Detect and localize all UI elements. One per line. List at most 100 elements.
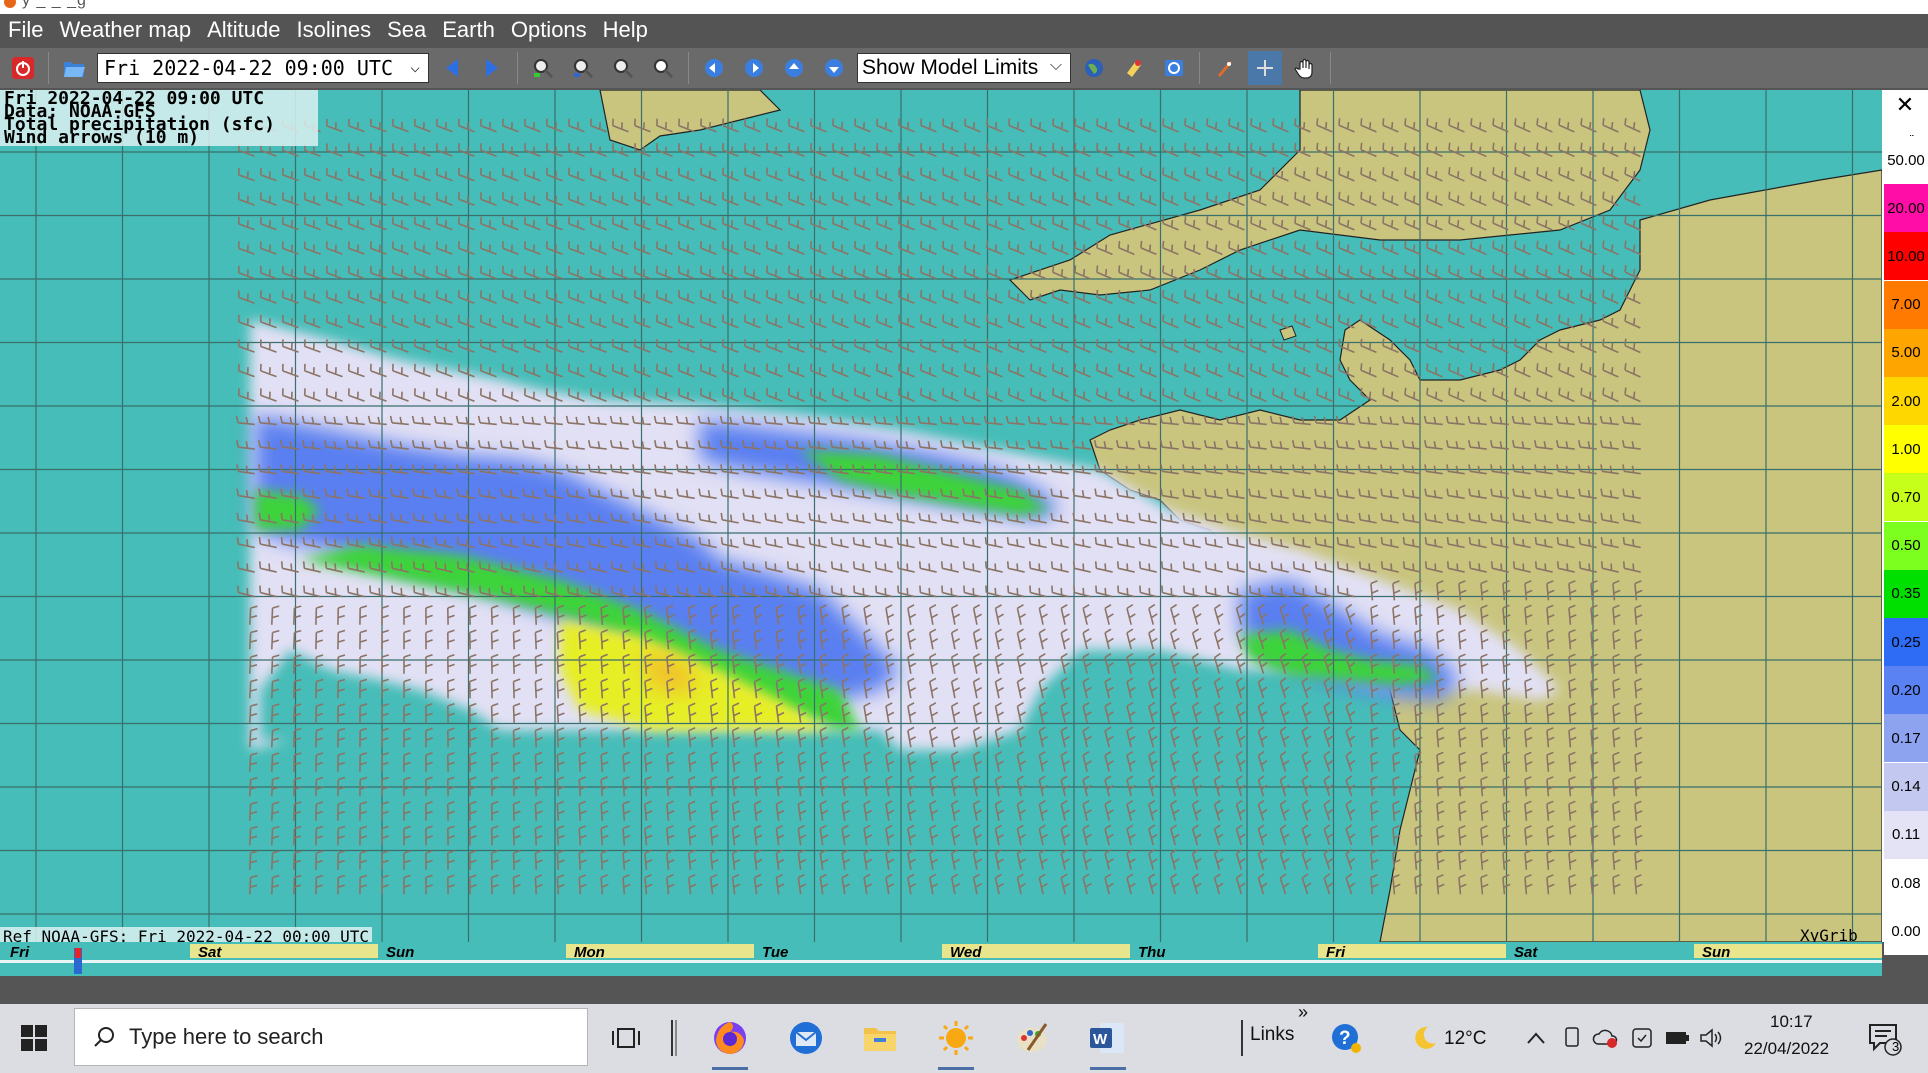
legend-entry: 0.14 [1884,762,1928,811]
xygrib-window: File Weather map Altitude Isolines Sea E… [0,14,1928,1018]
update-icon[interactable] [1157,51,1191,85]
prev-arrow-icon[interactable] [435,51,469,85]
menu-options[interactable]: Options [511,17,587,43]
menu-earth[interactable]: Earth [442,17,495,43]
toolbar-separator [48,52,49,84]
menu-file[interactable]: File [8,17,43,43]
legend-entry: 0.17 [1884,714,1928,763]
crosshair-icon[interactable] [1248,51,1282,85]
status-bar [0,976,1928,1004]
task-view-icon[interactable] [604,1016,648,1060]
clock-time[interactable]: 10:17 [1770,1012,1813,1032]
next-arrow-icon[interactable] [475,51,509,85]
toolbar-separator [1330,52,1331,84]
pan-left-icon[interactable] [697,51,731,85]
legend-entry: 1.00 [1884,425,1928,474]
pan-right-icon[interactable] [737,51,771,85]
open-file-icon[interactable] [57,51,91,85]
date-selector[interactable]: Fri 2022-04-22 09:00 UTC ⌵ [97,53,429,83]
toolbar-separator [1199,52,1200,84]
legend-entry: 7.00 [1884,280,1928,329]
toolbar-separator [688,52,689,84]
power-icon[interactable] [6,51,40,85]
legend-entry: 0.35 [1884,569,1928,618]
menu-bar: File Weather map Altitude Isolines Sea E… [0,14,1928,46]
toolbar-separator [517,52,518,84]
map-info-box: Fri 2022-04-22 09:00 UTC Data: NOAA-GFS … [0,90,318,147]
close-legend-button[interactable]: ✕ [1882,90,1928,120]
globe-icon[interactable] [1077,51,1111,85]
land-uk-north [599,90,782,151]
timeline-day-label: Thu [1138,944,1166,961]
notifications-count: 3 [1892,1039,1900,1054]
reference-run: Ref NOAA-GFS: Fri 2022-04-22 00:00 UTC [0,927,373,942]
menu-sea[interactable]: Sea [387,17,426,43]
word-icon[interactable]: W [1086,1016,1130,1070]
app-icon [4,0,16,8]
legend-entry: 0.20 [1884,666,1928,715]
zoom-in-icon[interactable] [526,51,560,85]
legend-entry: 0.70 [1884,473,1928,522]
hand-icon[interactable] [1288,51,1322,85]
map-canvas[interactable] [0,90,1882,942]
links-overflow-chevron[interactable]: » [1298,1002,1308,1023]
legend-entry: 5.00 [1884,328,1928,377]
firefox-icon[interactable] [708,1016,752,1070]
time-slider-handle[interactable] [74,948,82,974]
legend-entry: 2.00 [1884,377,1928,425]
time-slider[interactable]: Fri Sat Sun Mon Tue Wed Thu Fri Sat Sun [0,942,1882,976]
model-limits-selector[interactable]: Show Model Limits ⌵ [857,53,1071,83]
chevron-down-icon: ⌵ [410,57,420,76]
help-icon[interactable]: ? [1324,1016,1368,1060]
thunderbird-icon[interactable] [784,1016,828,1060]
timeline-day-label: Sun [1702,944,1731,961]
menu-altitude[interactable]: Altitude [207,17,280,43]
app-watermark: XyGrib [1800,926,1858,942]
timeline-day-band [1318,944,1506,958]
weather-temperature[interactable]: 12°C [1444,1028,1486,1050]
zoom-selection-icon[interactable] [606,51,640,85]
notifications-icon[interactable]: 3 [1862,1016,1906,1060]
svg-text:?: ? [1339,1028,1351,1049]
legend-entry: 0.08 [1884,859,1928,907]
timeline-day-label: Fri [10,944,30,961]
svg-text:W: W [1093,1031,1108,1048]
timeline-day-label: Sat [198,944,222,961]
xygrib-app-icon[interactable] [934,1016,978,1070]
timeline-day-label: Sat [1514,944,1538,961]
color-legend: ✕ mm/h 50.0020.0010.007.005.002.001.000.… [1882,90,1928,956]
zoom-out-icon[interactable] [566,51,600,85]
file-explorer-icon[interactable] [858,1016,902,1060]
windows-start-icon[interactable] [12,1016,56,1060]
rocket-icon[interactable] [1208,51,1242,85]
legend-entry: 0.25 [1884,618,1928,666]
legend-entry: 20.00 [1884,184,1928,233]
weather-moon-icon[interactable] [1402,1016,1446,1060]
volume-icon[interactable] [1690,1016,1734,1060]
links-toolbar[interactable]: Links [1250,1024,1294,1046]
land-england [1008,90,1651,301]
chevron-down-icon: ⌵ [1049,57,1062,74]
legend-entry: 0.00 [1884,907,1928,956]
weather-map[interactable]: Fri 2022-04-22 09:00 UTC Data: NOAA-GFS … [0,90,1882,942]
time-slider-track[interactable] [0,960,1882,963]
zoom-fit-icon[interactable] [646,51,680,85]
pan-up-icon[interactable] [777,51,811,85]
legend-entry: 50.00 [1884,136,1928,184]
legend-entry: 0.11 [1884,810,1928,859]
location-icon[interactable] [1117,51,1151,85]
model-limits-value: Show Model Limits [862,56,1039,79]
window-title: y _ _ _g [22,0,87,9]
windows-taskbar: Type here to search W Links » ? 12°C 10:… [0,1002,1928,1073]
pan-down-icon[interactable] [817,51,851,85]
paint-palette-icon[interactable] [1010,1016,1054,1060]
timeline-day-label: Fri [1326,944,1346,961]
taskbar-divider-icon [652,1016,696,1060]
taskbar-search-box[interactable]: Type here to search [74,1008,588,1066]
menu-weather-map[interactable]: Weather map [59,17,191,43]
clock-date[interactable]: 22/04/2022 [1744,1039,1829,1059]
timeline-day-label: Mon [574,944,605,961]
menu-isolines[interactable]: Isolines [297,17,372,43]
timeline-day-label: Tue [762,944,789,961]
menu-help[interactable]: Help [603,17,648,43]
